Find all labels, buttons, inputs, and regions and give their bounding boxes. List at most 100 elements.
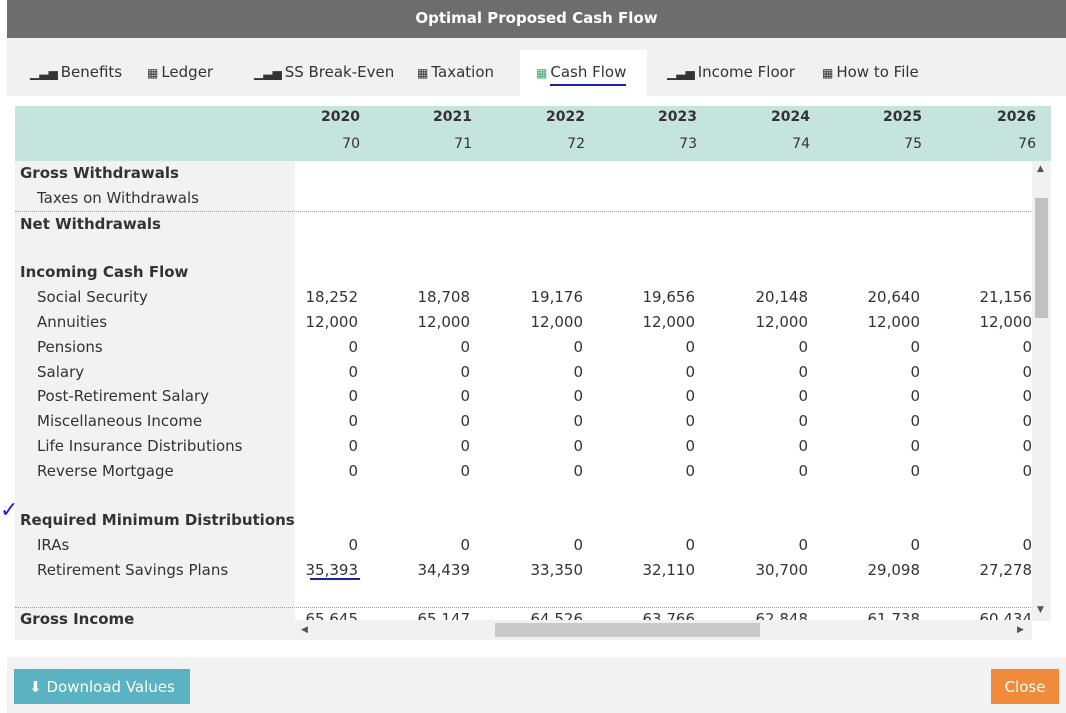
year-2021: 2021	[433, 109, 472, 125]
vertical-scroll-thumb[interactable]	[1035, 198, 1048, 318]
bar-chart-icon: ▁▃▅	[667, 66, 695, 80]
table-cell: 0	[685, 462, 695, 480]
table-cell: 0	[460, 437, 470, 455]
row-label-gross-income: Gross Income	[20, 610, 135, 628]
table-cell: 0	[798, 363, 808, 381]
table-cell: 0	[685, 363, 695, 381]
checkmark-annotation-icon: ✓	[0, 498, 19, 523]
row-label-salary: Salary	[37, 363, 85, 381]
table-cell: 0	[910, 462, 920, 480]
table-cell: 0	[685, 387, 695, 405]
horizontal-scroll-thumb[interactable]	[495, 623, 760, 637]
table-cell: 0	[460, 412, 470, 430]
row-label-post-retirement-salary: Post-Retirement Salary	[37, 387, 210, 405]
table-cell: 0	[573, 462, 583, 480]
row-label-retirement-savings-plans: Retirement Savings Plans	[37, 561, 229, 579]
calendar-icon: ▦	[822, 66, 834, 80]
table-cell: 0	[798, 536, 808, 554]
table-cell: 0	[348, 536, 358, 554]
table-cell: 0	[685, 437, 695, 455]
horizontal-scrollbar[interactable]: ◀ ▶	[295, 620, 1032, 640]
table-cell: 0	[573, 387, 583, 405]
table-cell: 20,640	[867, 288, 921, 306]
year-2020: 2020	[321, 109, 360, 125]
table-cell: 29,098	[867, 561, 921, 579]
table-cell: 0	[685, 338, 695, 356]
table-cell: 0	[910, 412, 920, 430]
row-label-net-withdrawals: Net Withdrawals	[20, 215, 161, 233]
table-icon: ▦	[147, 66, 159, 80]
table-cell: 0	[798, 338, 808, 356]
tab-ledger[interactable]: ▦ Ledger	[147, 50, 213, 96]
table-cell: 0	[685, 536, 695, 554]
scroll-down-arrow-icon[interactable]: ▼	[1037, 605, 1044, 615]
table-cell: 0	[573, 338, 583, 356]
table-cell: 0	[1022, 536, 1032, 554]
row-label-miscellaneous-income: Miscellaneous Income	[37, 412, 203, 430]
age-71: 71	[454, 136, 472, 152]
bar-chart-icon: ▁▃▅	[254, 66, 282, 80]
row-divider	[15, 211, 1035, 212]
table-cell: 27,278	[979, 561, 1033, 579]
table-cell: 0	[573, 437, 583, 455]
table-cell: 0	[573, 412, 583, 430]
row-label-reverse-mortgage: Reverse Mortgage	[37, 462, 174, 480]
download-values-button[interactable]: ⬇ Download Values	[14, 669, 190, 704]
tab-ss-break-even[interactable]: ▁▃▅ SS Break-Even	[254, 50, 394, 96]
vertical-scrollbar[interactable]: ▲ ▼	[1032, 161, 1051, 621]
dialog-footer: ⬇ Download Values Close	[7, 657, 1066, 713]
scroll-right-arrow-icon[interactable]: ▶	[1017, 625, 1024, 635]
row-divider	[15, 607, 1035, 608]
row-label-incoming-cash-flow: Incoming Cash Flow	[20, 263, 189, 281]
row-label-taxes-on-withdrawals: Taxes on Withdrawals	[37, 189, 199, 207]
tab-how-to-file[interactable]: ▦ How to File	[822, 50, 919, 96]
table-cell: 0	[460, 462, 470, 480]
row-label-required-minimum-distributions: Required Minimum Distributions	[20, 511, 295, 529]
year-2023: 2023	[658, 109, 697, 125]
table-cell: 35,393	[305, 561, 359, 579]
table-cell: 20,148	[755, 288, 809, 306]
row-label-pensions: Pensions	[37, 338, 103, 356]
tab-bar: ▁▃▅ Benefits ▦ Ledger ▁▃▅ SS Break-Even ▦ Ta…	[7, 38, 1066, 96]
table-cell: 0	[798, 387, 808, 405]
tab-taxation[interactable]: ▦ Taxation	[417, 50, 494, 96]
table-cell: 34,439	[417, 561, 471, 579]
table-cell: 0	[348, 412, 358, 430]
table-cell: 0	[460, 536, 470, 554]
table-cell: 0	[460, 387, 470, 405]
table-cell: 0	[910, 437, 920, 455]
table-cell: 12,000	[642, 313, 696, 331]
table-cell: 18,708	[417, 288, 471, 306]
table-cell: 0	[910, 387, 920, 405]
table-cell: 0	[1022, 387, 1032, 405]
table-cell: 19,656	[642, 288, 696, 306]
table-cell: 32,110	[642, 561, 696, 579]
row-label-social-security: Social Security	[37, 288, 148, 306]
age-76: 76	[1018, 136, 1036, 152]
table-cell: 0	[1022, 412, 1032, 430]
table-cell: 0	[1022, 437, 1032, 455]
row-label-life-insurance-distributions: Life Insurance Distributions	[37, 437, 243, 455]
table-icon: ▦	[417, 66, 429, 80]
table-cell: 0	[910, 536, 920, 554]
row-label-annuities: Annuities	[37, 313, 108, 331]
dialog-title: Optimal Proposed Cash Flow	[7, 0, 1066, 38]
scroll-up-arrow-icon[interactable]: ▲	[1037, 164, 1044, 174]
table-cell: 21,156	[979, 288, 1033, 306]
table-cell: 12,000	[530, 313, 584, 331]
tab-benefits[interactable]: ▁▃▅ Benefits	[30, 50, 122, 96]
scroll-left-arrow-icon[interactable]: ◀	[301, 625, 308, 635]
table-cell: 0	[348, 363, 358, 381]
table-cell: 0	[798, 437, 808, 455]
table-cell: 0	[348, 462, 358, 480]
table-cell: 12,000	[755, 313, 809, 331]
table-cell: 0	[1022, 363, 1032, 381]
tab-cash-flow[interactable]: ▦ Cash Flow	[520, 50, 647, 96]
table-cell: 0	[798, 412, 808, 430]
table-cell: 0	[1022, 462, 1032, 480]
tab-income-floor[interactable]: ▁▃▅ Income Floor	[667, 50, 795, 96]
table-cell: 18,252	[305, 288, 359, 306]
close-button[interactable]: Close	[991, 669, 1059, 704]
age-74: 74	[792, 136, 810, 152]
table-cell: 0	[573, 536, 583, 554]
